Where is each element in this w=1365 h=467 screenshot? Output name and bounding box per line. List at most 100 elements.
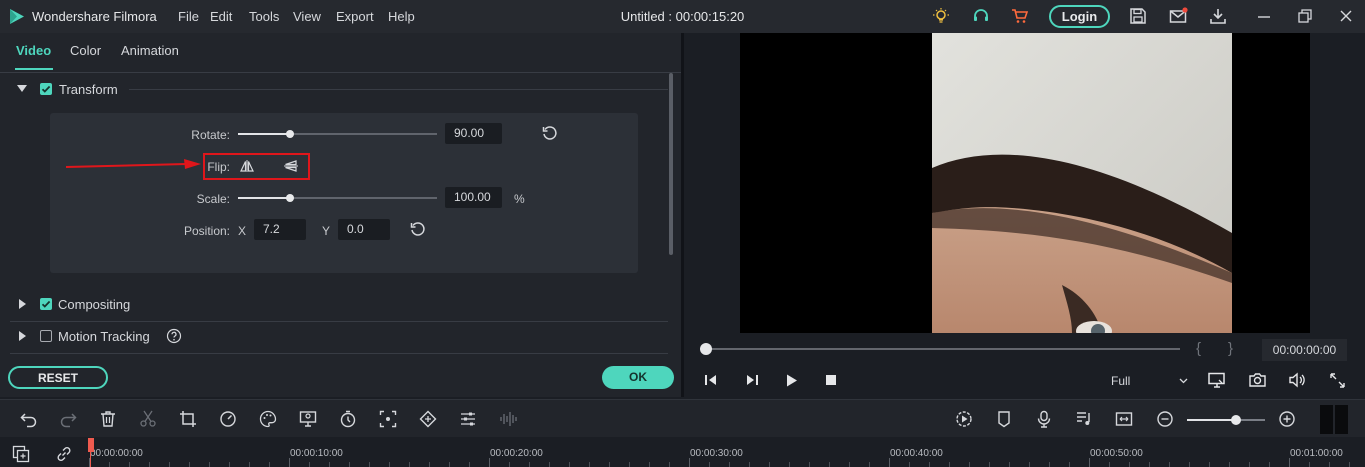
volume-icon[interactable] bbox=[1289, 372, 1306, 388]
ruler-minor-tick bbox=[809, 462, 810, 467]
marker-icon[interactable] bbox=[995, 410, 1013, 428]
video-canvas bbox=[740, 33, 1310, 333]
delete-icon[interactable] bbox=[99, 410, 117, 428]
tab-animation[interactable]: Animation bbox=[121, 43, 179, 58]
zoom-in-icon[interactable] bbox=[1278, 410, 1296, 428]
tick-label: 00:00:50:00 bbox=[1090, 448, 1143, 459]
scale-input[interactable]: 100.00 bbox=[445, 187, 502, 208]
flip-vertical-icon[interactable] bbox=[284, 160, 298, 172]
ruler-ticks bbox=[0, 437, 1365, 467]
mark-in-button[interactable]: { bbox=[1196, 340, 1201, 357]
ruler-minor-tick bbox=[389, 462, 390, 467]
render-preview-icon[interactable] bbox=[955, 410, 973, 428]
position-x-input[interactable]: 7.2 bbox=[254, 219, 306, 240]
caret-down-icon[interactable] bbox=[17, 85, 27, 93]
ruler-minor-tick bbox=[949, 462, 950, 467]
snapshot-camera-icon[interactable] bbox=[1249, 372, 1266, 388]
position-reset-icon[interactable] bbox=[409, 221, 426, 238]
tab-color[interactable]: Color bbox=[70, 43, 101, 58]
audio-waveform-icon[interactable] bbox=[499, 410, 517, 428]
playhead-handle[interactable] bbox=[88, 438, 94, 452]
cart-icon[interactable] bbox=[1011, 7, 1029, 25]
ruler-minor-tick bbox=[169, 462, 170, 467]
active-tab-indicator bbox=[15, 68, 53, 70]
audio-adjust-sliders-icon[interactable] bbox=[459, 410, 477, 428]
compositing-checkbox[interactable] bbox=[40, 298, 52, 310]
cut-scissors-icon[interactable] bbox=[139, 410, 157, 428]
reset-button[interactable]: RESET bbox=[8, 366, 108, 389]
ruler-minor-tick bbox=[1049, 462, 1050, 467]
color-palette-icon[interactable] bbox=[259, 410, 277, 428]
play-icon[interactable] bbox=[786, 374, 798, 387]
crop-icon[interactable] bbox=[179, 410, 197, 428]
green-screen-icon[interactable] bbox=[299, 410, 317, 428]
position-y-input[interactable]: 0.0 bbox=[338, 219, 390, 240]
fullscreen-icon[interactable] bbox=[1330, 373, 1345, 388]
undo-icon[interactable] bbox=[20, 410, 38, 428]
ok-button[interactable]: OK bbox=[602, 366, 674, 389]
stop-icon[interactable] bbox=[826, 375, 837, 386]
split-screen-icon[interactable] bbox=[1115, 410, 1133, 428]
voiceover-music-icon[interactable] bbox=[1075, 410, 1093, 428]
mark-out-button[interactable]: } bbox=[1228, 340, 1233, 357]
display-monitor-icon[interactable] bbox=[1208, 372, 1226, 388]
preview-quality-select[interactable]: Full bbox=[1104, 370, 1189, 392]
rotate-input[interactable]: 90.00 bbox=[445, 123, 502, 144]
next-frame-icon[interactable] bbox=[745, 374, 759, 386]
ruler-minor-tick bbox=[909, 462, 910, 467]
ruler-minor-tick bbox=[229, 462, 230, 467]
microphone-icon[interactable] bbox=[1035, 410, 1053, 428]
timeline-zoom-knob[interactable] bbox=[1231, 415, 1241, 425]
motion-tracking-checkbox[interactable] bbox=[40, 330, 52, 342]
flip-horizontal-icon[interactable] bbox=[240, 160, 254, 172]
panel-scrollbar[interactable] bbox=[669, 73, 673, 255]
playback-scrubber[interactable] bbox=[706, 348, 1180, 350]
ruler-minor-tick bbox=[349, 462, 350, 467]
lightbulb-icon[interactable] bbox=[932, 7, 950, 25]
zoom-out-icon[interactable] bbox=[1156, 410, 1174, 428]
window-title: Untitled : 00:00:15:20 bbox=[620, 9, 745, 24]
redo-icon[interactable] bbox=[59, 410, 77, 428]
motion-tracking-icon[interactable] bbox=[379, 410, 397, 428]
ruler-minor-tick bbox=[769, 462, 770, 467]
restore-icon[interactable] bbox=[1297, 8, 1313, 24]
ruler-minor-tick bbox=[749, 462, 750, 467]
properties-panel: Video Color Animation Transform Rotate: … bbox=[0, 33, 681, 397]
ruler-minor-tick bbox=[1349, 462, 1350, 467]
ruler-minor-tick bbox=[609, 462, 610, 467]
section-divider-3 bbox=[10, 353, 668, 354]
rotate-label: Rotate: bbox=[191, 128, 230, 142]
keyframe-icon[interactable] bbox=[419, 410, 437, 428]
speed-gauge-icon[interactable] bbox=[219, 410, 237, 428]
save-icon[interactable] bbox=[1129, 7, 1147, 25]
previous-frame-icon[interactable] bbox=[704, 374, 718, 386]
download-icon[interactable] bbox=[1209, 7, 1227, 25]
ruler-minor-tick bbox=[369, 462, 370, 467]
scrubber-knob[interactable] bbox=[700, 343, 712, 355]
ruler-minor-tick bbox=[629, 462, 630, 467]
ruler-minor-tick bbox=[529, 462, 530, 467]
close-icon[interactable] bbox=[1338, 8, 1354, 24]
caret-right-icon-2[interactable] bbox=[19, 331, 27, 341]
help-icon[interactable] bbox=[166, 328, 182, 344]
minimize-icon[interactable] bbox=[1256, 8, 1272, 24]
preview-quality-value: Full bbox=[1111, 374, 1131, 388]
tab-video[interactable]: Video bbox=[16, 43, 51, 58]
transform-checkbox[interactable] bbox=[40, 83, 52, 95]
ruler-minor-tick bbox=[989, 462, 990, 467]
panel-layout-icon[interactable] bbox=[1320, 405, 1348, 434]
caret-right-icon[interactable] bbox=[19, 299, 27, 309]
rotate-slider-knob[interactable] bbox=[286, 130, 294, 138]
headset-support-icon[interactable] bbox=[972, 7, 990, 25]
rotate-reset-icon[interactable] bbox=[541, 125, 558, 142]
ruler-minor-tick bbox=[709, 462, 710, 467]
timeline-ruler[interactable]: 00:00:00:00 00:00:10:00 00:00:20:00 00:0… bbox=[0, 437, 1365, 467]
motion-tracking-label: Motion Tracking bbox=[58, 329, 150, 344]
duration-timer-icon[interactable] bbox=[339, 410, 357, 428]
playhead-line bbox=[90, 452, 91, 467]
ruler-minor-tick bbox=[969, 462, 970, 467]
mail-notification-icon[interactable] bbox=[1169, 7, 1189, 25]
compositing-label: Compositing bbox=[58, 297, 131, 312]
login-button[interactable]: Login bbox=[1049, 5, 1110, 28]
scale-slider-knob[interactable] bbox=[286, 194, 294, 202]
